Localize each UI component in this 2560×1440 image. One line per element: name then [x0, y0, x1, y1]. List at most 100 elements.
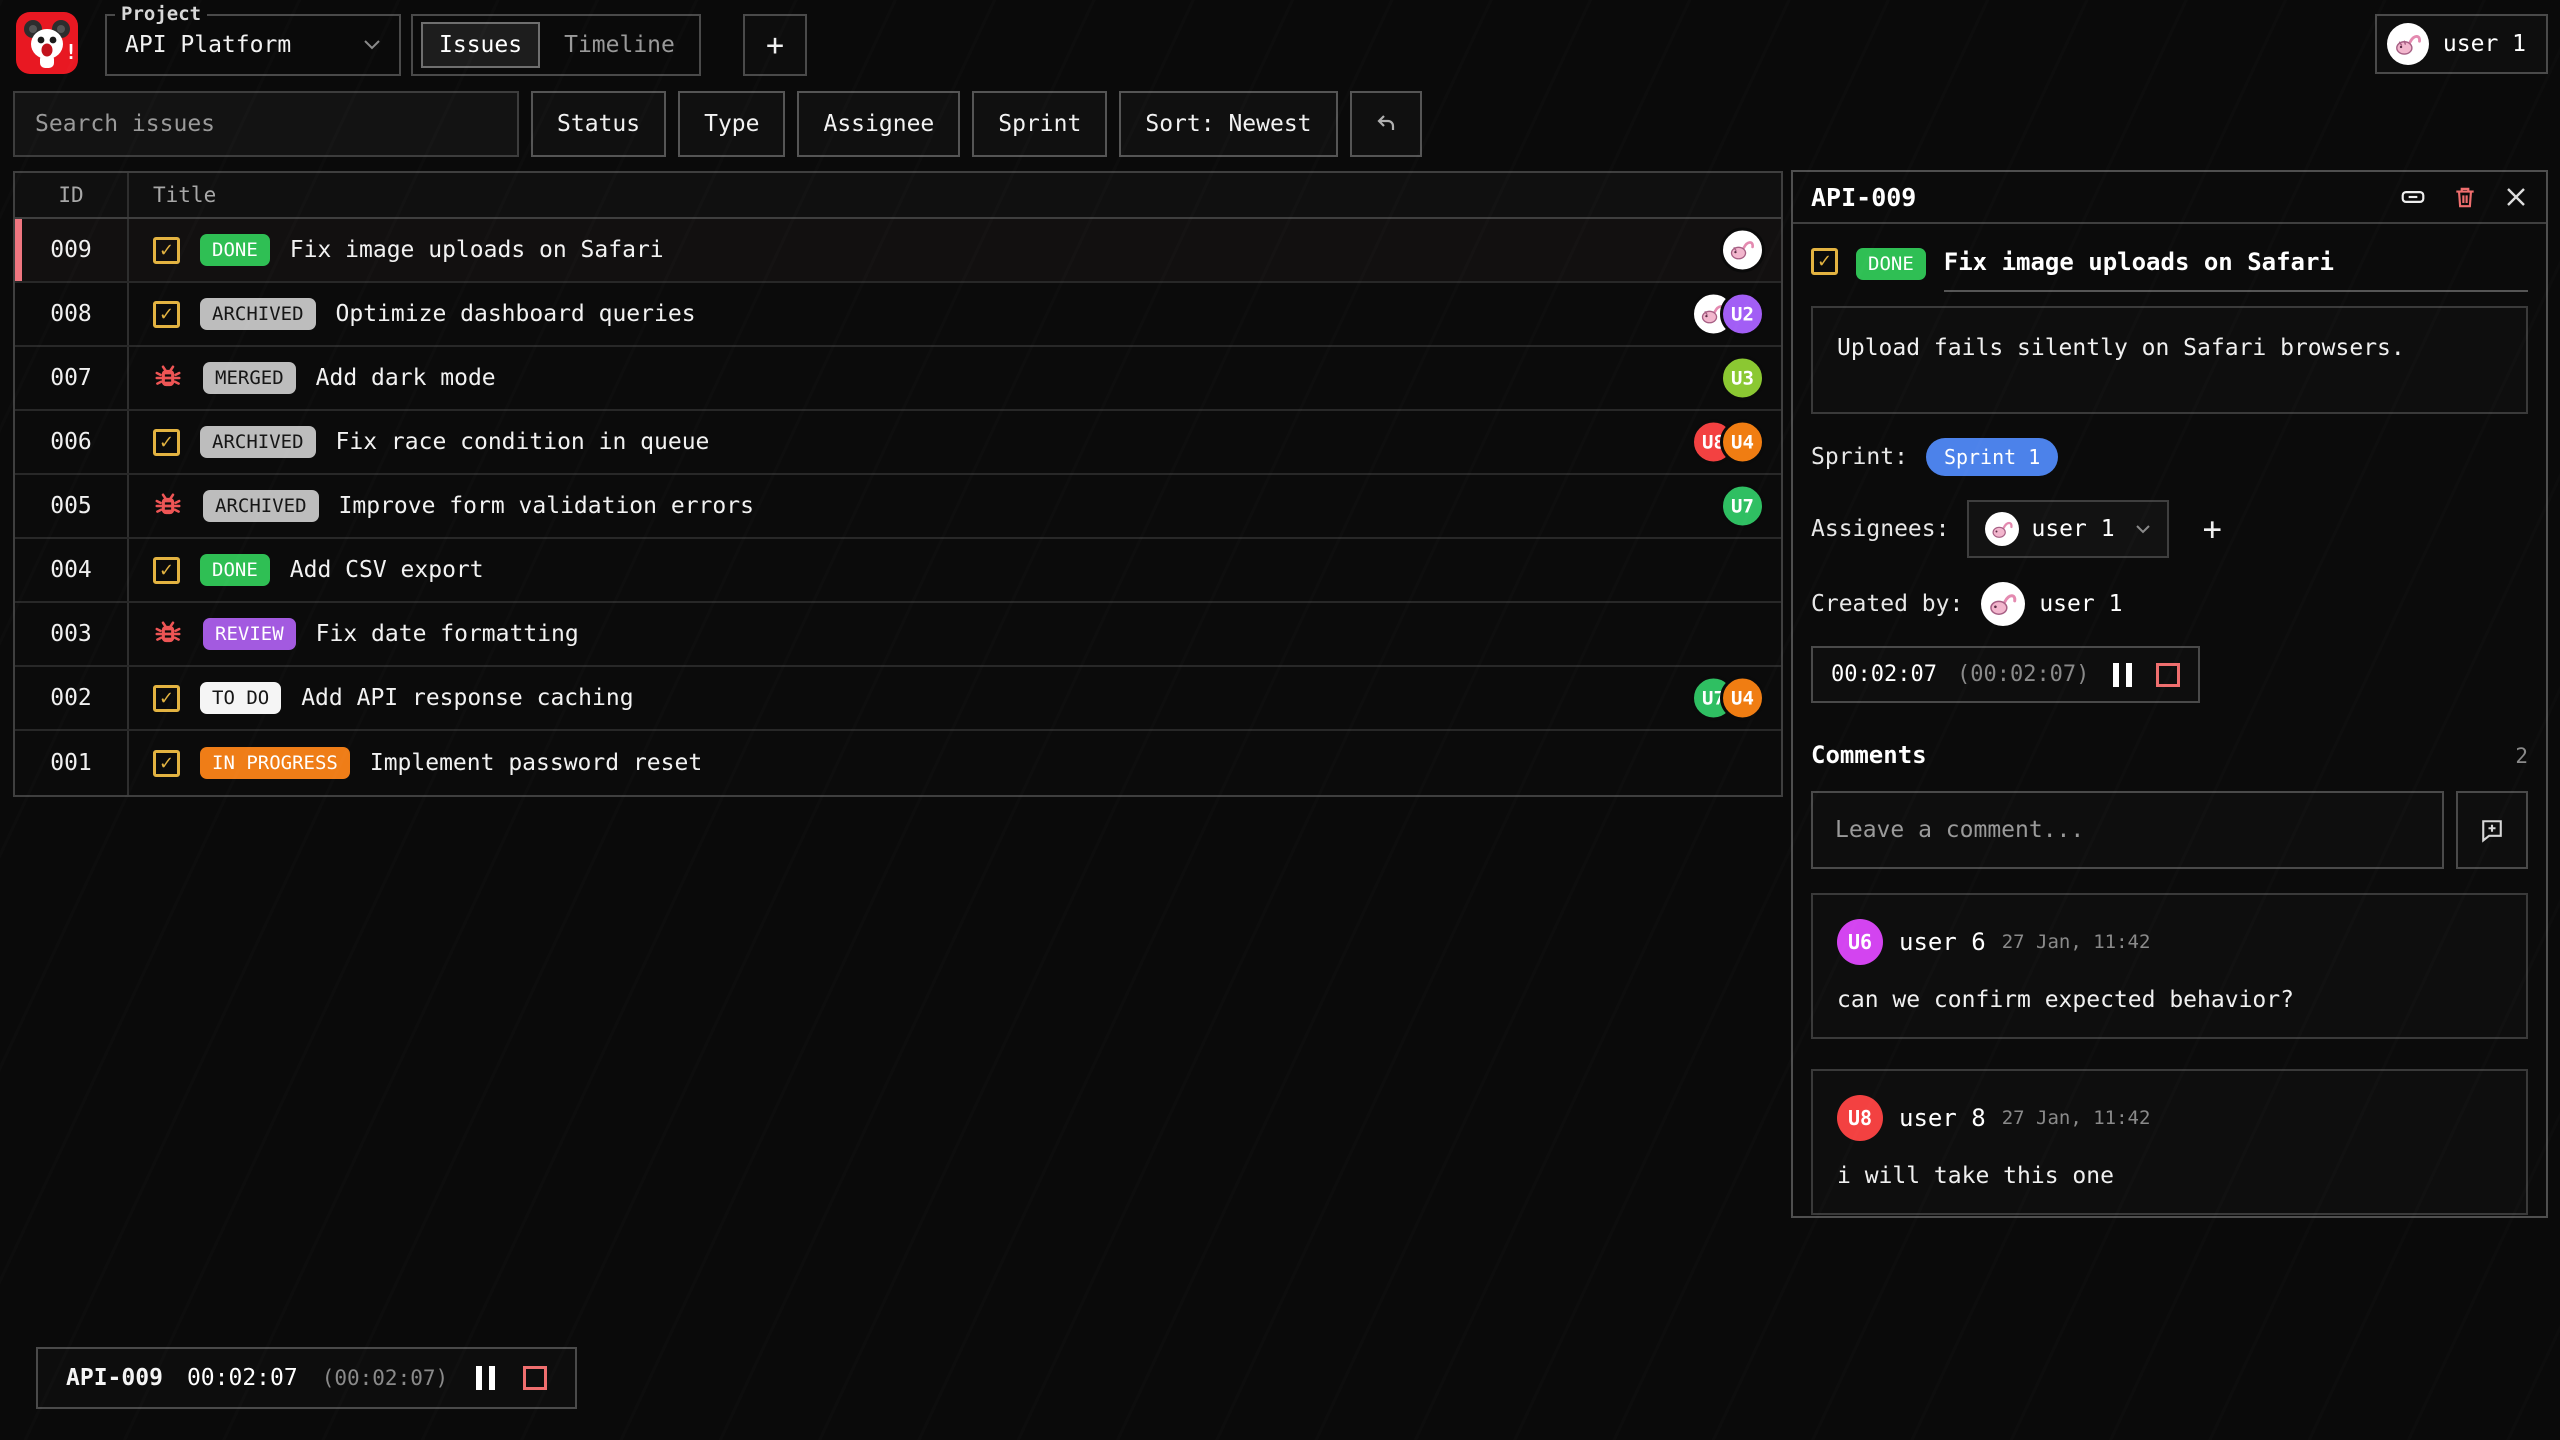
filter-type-button[interactable]: Type [678, 91, 785, 157]
sprint-row: Sprint: Sprint 1 [1811, 438, 2528, 476]
created-by-row: Created by: user 1 [1811, 582, 2528, 626]
status-badge: DONE [200, 554, 270, 586]
issue-assignee-avatars: U7 [1720, 484, 1765, 529]
add-comment-icon [2478, 816, 2506, 844]
assignees-row: Assignees: user 1 + [1811, 500, 2528, 558]
issue-row-main: ✓ TO DO Add API response caching [129, 682, 1781, 714]
project-selector[interactable]: Project API Platform [105, 14, 401, 76]
issue-id: 009 [15, 237, 127, 263]
filter-status-button[interactable]: Status [531, 91, 666, 157]
comment-body: i will take this one [1837, 1163, 2502, 1189]
tracker-elapsed: 00:02:07 [187, 1365, 298, 1391]
comment-meta: U8user 827 Jan, 11:42 [1837, 1095, 2502, 1141]
avatar-u7: U7 [1720, 484, 1765, 529]
assignees-label: Assignees: [1811, 516, 1949, 542]
filter-assignee-button[interactable]: Assignee [797, 91, 960, 157]
sprint-pill[interactable]: Sprint 1 [1926, 438, 2058, 476]
user-avatar [2387, 23, 2429, 65]
view-tabs: Issues Timeline [411, 14, 701, 76]
issue-description[interactable]: Upload fails silently on Safari browsers… [1811, 306, 2528, 414]
status-badge: REVIEW [203, 618, 296, 650]
app-logo-icon: ! [16, 12, 78, 74]
tab-issues[interactable]: Issues [421, 22, 540, 68]
filter-bar: Status Type Assignee Sprint Sort: Newest [13, 91, 2547, 157]
issue-row-main: REVIEW Fix date formatting [129, 618, 1781, 650]
bug-icon [153, 363, 183, 393]
comment-author: user 6 [1899, 928, 1986, 956]
add-assignee-button[interactable]: + [2203, 513, 2222, 545]
filter-sprint-button[interactable]: Sprint [972, 91, 1107, 157]
tab-timeline[interactable]: Timeline [548, 24, 691, 66]
sprint-label: Sprint: [1811, 444, 1908, 470]
issue-table: ID Title 009 ✓ DONE Fix image uploads on Sa… [13, 171, 1783, 797]
delete-issue-icon[interactable] [2452, 184, 2478, 210]
issue-row[interactable]: 005 ARCHIVEDImprove form validation erro… [15, 475, 1781, 539]
issue-row[interactable]: 001✓IN PROGRESSImplement password reset [15, 731, 1781, 795]
global-tracker-bar: API-009 00:02:07 (00:02:07) [36, 1347, 577, 1409]
issue-row-main: MERGEDAdd dark mode [129, 362, 1781, 394]
issue-title: Fix date formatting [316, 621, 579, 647]
project-name: API Platform [125, 32, 349, 58]
comment-card: U6 user 6 27 Jan, 11:42 can we confirm expe… [1811, 893, 2528, 1039]
stop-timer-icon[interactable] [523, 1366, 547, 1390]
issue-row[interactable]: 004✓DONEAdd CSV export [15, 539, 1781, 603]
status-badge: TO DO [200, 682, 281, 714]
copy-link-icon[interactable] [2400, 184, 2426, 210]
avatar-u6: U6 [1837, 919, 1883, 965]
search-input[interactable] [13, 91, 519, 157]
timer-total: (00:02:07) [1957, 662, 2089, 687]
task-checkbox-icon[interactable]: ✓ [1811, 248, 1838, 275]
avatar-u4: U4 [1720, 676, 1765, 721]
issue-row[interactable]: 002✓TO DOAdd API response cachingU7U4 [15, 667, 1781, 731]
issue-row-main: ✓ARCHIVEDFix race condition in queue [129, 426, 1781, 458]
pause-timer-icon[interactable] [2109, 663, 2136, 687]
comment-card: U8user 827 Jan, 11:42i will take this on… [1811, 1069, 2528, 1215]
close-panel-icon[interactable] [2504, 185, 2528, 209]
issue-id: 006 [15, 429, 127, 455]
project-label: Project [115, 3, 207, 25]
bug-icon [153, 619, 183, 649]
comment-author: user 8 [1899, 1104, 1986, 1132]
issue-title: Add API response caching [301, 685, 633, 711]
task-checkbox-icon: ✓ [153, 685, 180, 712]
issue-title-field[interactable]: Fix image uploads on Safari [1944, 248, 2528, 292]
issue-row[interactable]: 009 ✓ DONE Fix image uploads on Safari [15, 219, 1781, 283]
task-checkbox-icon: ✓ [153, 750, 180, 777]
task-checkbox-icon: ✓ [153, 237, 180, 264]
user1-avatar [1720, 228, 1765, 273]
issue-title: Implement password reset [370, 750, 702, 776]
pause-timer-icon[interactable] [472, 1366, 499, 1390]
current-user-name: user 1 [2443, 31, 2526, 57]
current-user-chip[interactable]: user 1 [2375, 14, 2548, 74]
issue-title: Fix image uploads on Safari [290, 237, 664, 263]
assignee-select[interactable]: user 1 [1967, 500, 2168, 558]
table-header: ID Title [15, 173, 1781, 219]
panel-header: API-009 [1793, 172, 2546, 224]
issue-row[interactable]: 006✓ARCHIVEDFix race condition in queueU… [15, 411, 1781, 475]
assignee-name: user 1 [2031, 516, 2114, 542]
task-checkbox-icon: ✓ [153, 429, 180, 456]
comment-meta: U6 user 6 27 Jan, 11:42 [1837, 919, 2502, 965]
comment-input[interactable] [1811, 791, 2444, 869]
issue-id: 003 [15, 621, 127, 647]
avatar-u3: U3 [1720, 356, 1765, 401]
comment-body: can we confirm expected behavior? [1837, 987, 2502, 1013]
status-badge: DONE [200, 234, 270, 266]
issue-row[interactable]: 007 MERGEDAdd dark modeU3 [15, 347, 1781, 411]
reset-filters-button[interactable] [1350, 91, 1422, 157]
comment-timestamp: 27 Jan, 11:42 [2002, 931, 2151, 953]
chevron-down-icon [2135, 524, 2151, 535]
column-header-title: Title [129, 183, 216, 207]
avatar-u8: U8 [1837, 1095, 1883, 1141]
issue-row[interactable]: 003 REVIEW Fix date formatting [15, 603, 1781, 667]
submit-comment-button[interactable] [2456, 791, 2528, 869]
panel-title-row: ✓ DONE Fix image uploads on Safari [1811, 248, 2528, 292]
stop-timer-icon[interactable] [2156, 663, 2180, 687]
comments-count: 2 [2515, 744, 2528, 768]
issue-assignee-avatars: U7U4 [1691, 676, 1765, 721]
add-view-button[interactable]: + [743, 14, 807, 76]
issue-detail-panel: API-009 ✓ DONE Fix image uploads on Safa… [1791, 170, 2548, 1218]
issue-row[interactable]: 008✓ARCHIVEDOptimize dashboard queries U… [15, 283, 1781, 347]
status-badge[interactable]: DONE [1856, 248, 1926, 280]
sort-button[interactable]: Sort: Newest [1119, 91, 1337, 157]
